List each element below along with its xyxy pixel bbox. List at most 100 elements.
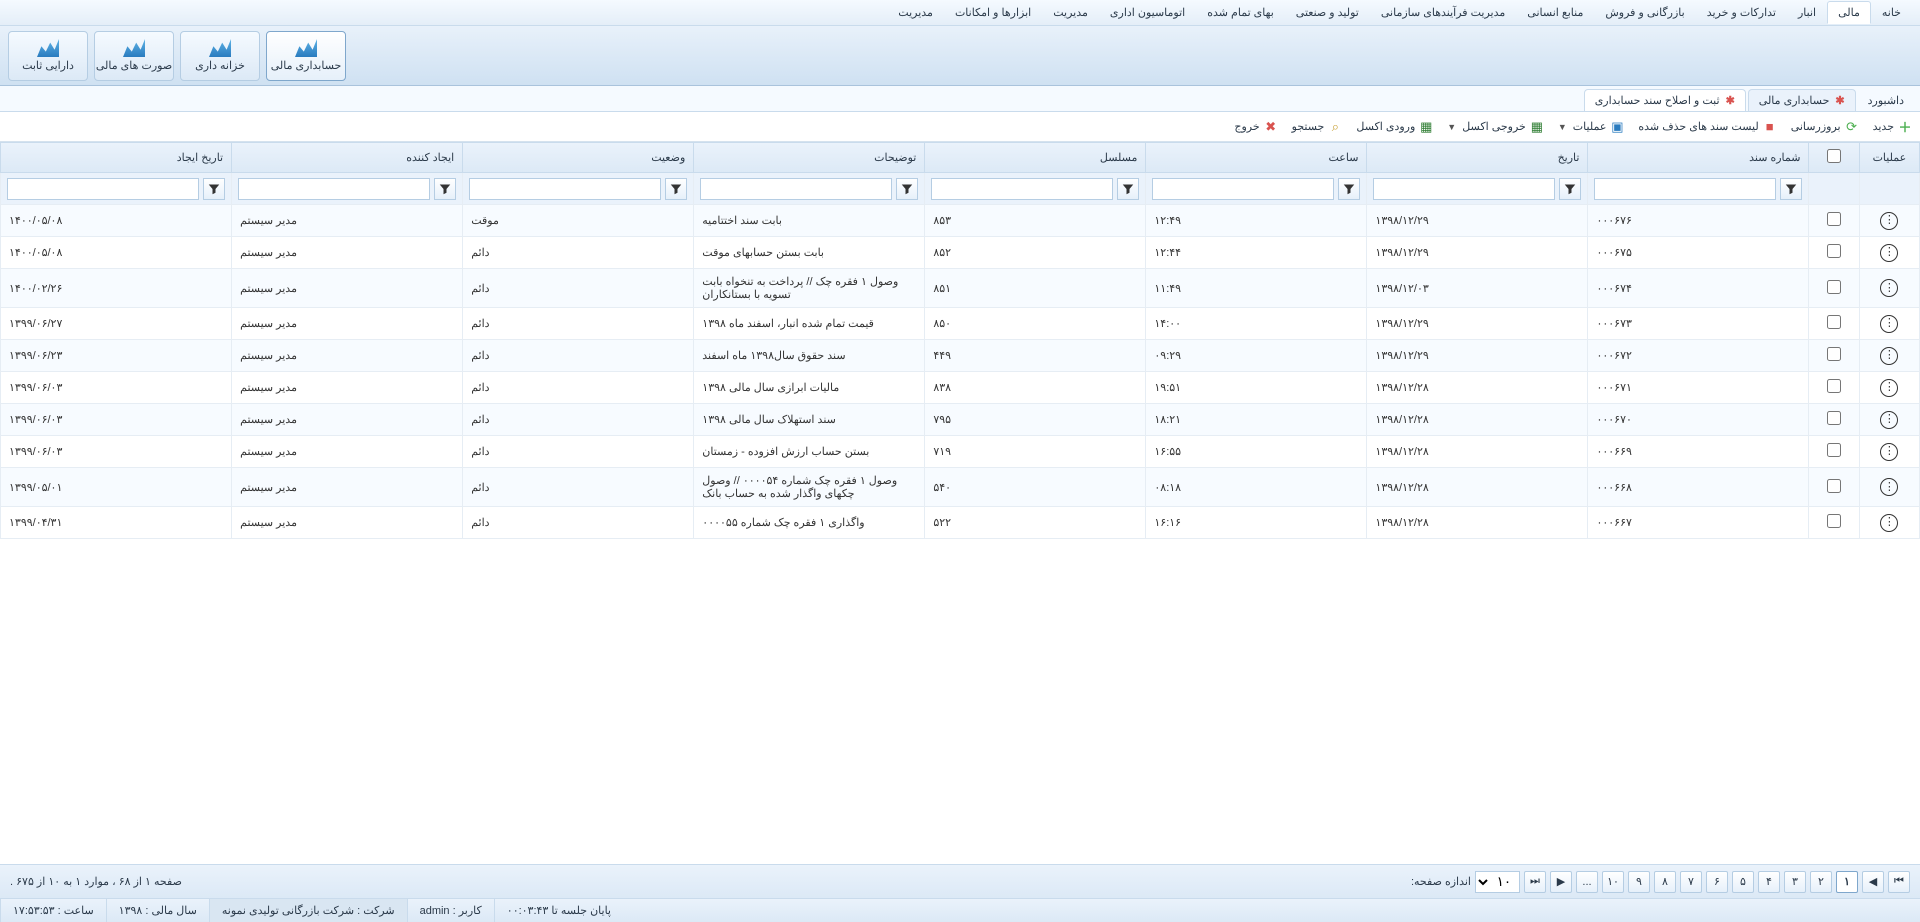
menu-item[interactable]: تدارکات و خرید	[1696, 1, 1787, 24]
row-actions-icon[interactable]: ⋮	[1880, 347, 1898, 365]
filter-input[interactable]	[7, 178, 199, 200]
filter-input[interactable]	[700, 178, 892, 200]
menu-item[interactable]: تولید و صنعتی	[1285, 1, 1370, 24]
row-actions-icon[interactable]: ⋮	[1880, 411, 1898, 429]
menu-item[interactable]: مالی	[1827, 1, 1871, 24]
row-actions-icon[interactable]: ⋮	[1880, 478, 1898, 496]
page-next-button[interactable]: ◀	[1862, 871, 1884, 893]
tab-accounting[interactable]: ✱ حسابداری مالی	[1748, 89, 1856, 111]
filter-icon[interactable]	[1559, 178, 1581, 200]
column-header[interactable]	[1809, 143, 1859, 173]
column-header[interactable]: عملیات	[1859, 143, 1919, 173]
menu-item[interactable]: انبار	[1787, 1, 1827, 24]
row-actions-icon[interactable]: ⋮	[1880, 514, 1898, 532]
select-all-checkbox[interactable]	[1827, 149, 1841, 163]
tab-document-edit[interactable]: ✱ ثبت و اصلاح سند حسابداری	[1584, 89, 1746, 111]
column-header[interactable]: وضعیت	[463, 143, 694, 173]
page-prev-button[interactable]: ▶	[1550, 871, 1572, 893]
menu-item[interactable]: مدیریت	[887, 1, 944, 24]
column-header[interactable]: تاریخ ایجاد	[1, 143, 232, 173]
menu-item[interactable]: مدیریت	[1042, 1, 1099, 24]
page-first-button[interactable]: ⏭	[1524, 871, 1546, 893]
menu-item[interactable]: منابع انسانی	[1516, 1, 1594, 24]
page-number-button[interactable]: ۳	[1784, 871, 1806, 893]
page-number-button[interactable]: ۴	[1758, 871, 1780, 893]
table-row[interactable]: ⋮۰۰۰۶۷۵۱۳۹۸/۱۲/۲۹۱۲:۴۴۸۵۲بابت بستن حسابه…	[1, 237, 1920, 269]
menu-item[interactable]: بازرگانی و فروش	[1594, 1, 1695, 24]
table-row[interactable]: ⋮۰۰۰۶۶۸۱۳۹۸/۱۲/۲۸۰۸:۱۸۵۴۰وصول ۱ فقره چک …	[1, 468, 1920, 507]
row-actions-icon[interactable]: ⋮	[1880, 244, 1898, 262]
filter-input[interactable]	[931, 178, 1113, 200]
filter-icon[interactable]	[896, 178, 918, 200]
ribbon-button[interactable]: خزانه داری	[180, 31, 260, 81]
menu-item[interactable]: اتوماسیون اداری	[1099, 1, 1196, 24]
deleted-list-button[interactable]: ■لیست سند های حذف شده	[1638, 120, 1776, 134]
menu-item[interactable]: بهای تمام شده	[1196, 1, 1285, 24]
row-checkbox[interactable]	[1827, 411, 1841, 425]
table-row[interactable]: ⋮۰۰۰۶۷۴۱۳۹۸/۱۲/۰۳۱۱:۴۹۸۵۱وصول ۱ فقره چک …	[1, 269, 1920, 308]
row-checkbox[interactable]	[1827, 280, 1841, 294]
row-checkbox[interactable]	[1827, 379, 1841, 393]
page-number-button[interactable]: ۷	[1680, 871, 1702, 893]
page-number-button[interactable]: ۹	[1628, 871, 1650, 893]
column-header[interactable]: ساعت	[1146, 143, 1367, 173]
row-checkbox[interactable]	[1827, 212, 1841, 226]
table-row[interactable]: ⋮۰۰۰۶۷۶۱۳۹۸/۱۲/۲۹۱۲:۴۹۸۵۳بابت سند اختتام…	[1, 205, 1920, 237]
table-row[interactable]: ⋮۰۰۰۶۶۹۱۳۹۸/۱۲/۲۸۱۶:۵۵۷۱۹بستن حساب ارزش …	[1, 436, 1920, 468]
row-checkbox[interactable]	[1827, 479, 1841, 493]
filter-input[interactable]	[469, 178, 661, 200]
column-header[interactable]: شماره سند	[1588, 143, 1809, 173]
table-row[interactable]: ⋮۰۰۰۶۷۰۱۳۹۸/۱۲/۲۸۱۸:۲۱۷۹۵سند استهلاک سال…	[1, 404, 1920, 436]
close-icon[interactable]: ✱	[1726, 94, 1735, 107]
new-button[interactable]: ＋جدید	[1873, 120, 1912, 134]
page-size-select[interactable]: ۱۰	[1475, 871, 1520, 893]
close-icon[interactable]: ✱	[1835, 94, 1844, 107]
row-checkbox[interactable]	[1827, 514, 1841, 528]
column-header[interactable]: توضیحات	[694, 143, 925, 173]
page-number-button[interactable]: ۶	[1706, 871, 1728, 893]
page-number-button[interactable]: ۲	[1810, 871, 1832, 893]
import-excel-button[interactable]: ▦ورودی اکسل	[1356, 120, 1433, 134]
ribbon-button[interactable]: دارایی ثابت	[8, 31, 88, 81]
row-actions-icon[interactable]: ⋮	[1880, 212, 1898, 230]
filter-icon[interactable]	[434, 178, 456, 200]
page-ellipsis[interactable]: ...	[1576, 871, 1598, 893]
page-number-button[interactable]: ۱۰	[1602, 871, 1624, 893]
page-last-button[interactable]: ⏮	[1888, 871, 1910, 893]
ribbon-button[interactable]: حسابداری مالی	[266, 31, 346, 81]
filter-icon[interactable]	[203, 178, 225, 200]
row-actions-icon[interactable]: ⋮	[1880, 443, 1898, 461]
table-row[interactable]: ⋮۰۰۰۶۷۲۱۳۹۸/۱۲/۲۹۰۹:۲۹۴۴۹سند حقوق سال۱۳۹…	[1, 340, 1920, 372]
export-excel-dropdown[interactable]: ▦خروجی اکسل▼	[1447, 120, 1544, 134]
filter-icon[interactable]	[1780, 178, 1802, 200]
page-number-button[interactable]: ۱	[1836, 871, 1858, 893]
filter-input[interactable]	[1594, 178, 1776, 200]
ribbon-button[interactable]: صورت های مالی	[94, 31, 174, 81]
row-actions-icon[interactable]: ⋮	[1880, 279, 1898, 297]
filter-input[interactable]	[238, 178, 430, 200]
filter-input[interactable]	[1152, 178, 1334, 200]
row-checkbox[interactable]	[1827, 315, 1841, 329]
filter-icon[interactable]	[1338, 178, 1360, 200]
menu-item[interactable]: خانه	[1871, 1, 1912, 24]
row-checkbox[interactable]	[1827, 244, 1841, 258]
tab-dashboard[interactable]: داشبورد	[1858, 90, 1914, 111]
table-row[interactable]: ⋮۰۰۰۶۷۱۱۳۹۸/۱۲/۲۸۱۹:۵۱۸۳۸مالیات ابرازی س…	[1, 372, 1920, 404]
menu-item[interactable]: ابزارها و امکانات	[944, 1, 1042, 24]
filter-icon[interactable]	[665, 178, 687, 200]
page-number-button[interactable]: ۸	[1654, 871, 1676, 893]
column-header[interactable]: مسلسل	[925, 143, 1146, 173]
exit-button[interactable]: ✖خروج	[1234, 120, 1277, 134]
row-checkbox[interactable]	[1827, 347, 1841, 361]
row-checkbox[interactable]	[1827, 443, 1841, 457]
row-actions-icon[interactable]: ⋮	[1880, 379, 1898, 397]
refresh-button[interactable]: ⟳بروزرسانی	[1791, 120, 1859, 134]
row-actions-icon[interactable]: ⋮	[1880, 315, 1898, 333]
column-header[interactable]: تاریخ	[1367, 143, 1588, 173]
menu-item[interactable]: مدیریت فرآیندهای سازمانی	[1370, 1, 1516, 24]
page-number-button[interactable]: ۵	[1732, 871, 1754, 893]
table-row[interactable]: ⋮۰۰۰۶۶۷۱۳۹۸/۱۲/۲۸۱۶:۱۶۵۲۲واگذاری ۱ فقره …	[1, 507, 1920, 539]
table-row[interactable]: ⋮۰۰۰۶۷۳۱۳۹۸/۱۲/۲۹۱۴:۰۰۸۵۰قیمت تمام شده ا…	[1, 308, 1920, 340]
filter-input[interactable]	[1373, 178, 1555, 200]
filter-icon[interactable]	[1117, 178, 1139, 200]
